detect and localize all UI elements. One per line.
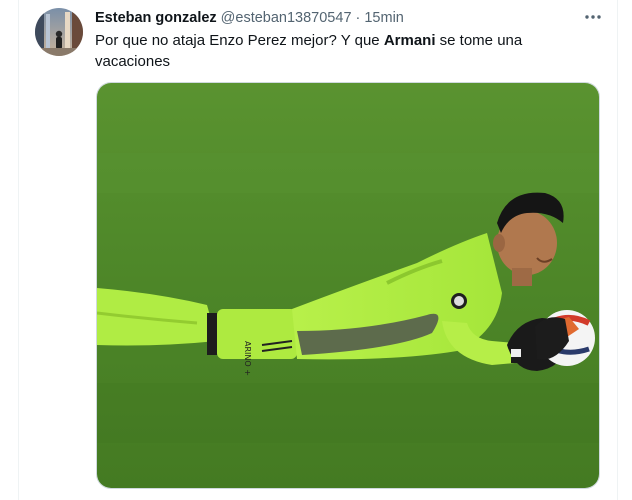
- more-horizontal-icon: [585, 15, 601, 19]
- tweet-text-bold: Armani: [383, 32, 436, 49]
- author-name[interactable]: Esteban gonzalez: [95, 10, 217, 26]
- tweet-media-image[interactable]: ARINO +: [96, 82, 600, 489]
- timestamp[interactable]: 15min: [364, 10, 404, 26]
- tweet[interactable]: Esteban gonzalez @esteban13870547 · 15mi…: [19, 0, 617, 500]
- separator-dot: ·: [355, 10, 361, 26]
- more-options-button[interactable]: [581, 7, 605, 27]
- avatar[interactable]: [35, 8, 83, 56]
- tweet-text: Por que no ataja Enzo Perez mejor? Y que…: [95, 30, 585, 72]
- timeline-border-right: [617, 0, 618, 500]
- tweet-text-part1: Por que no ataja Enzo Perez mejor? Y que: [95, 32, 384, 49]
- tweet-header: Esteban gonzalez @esteban13870547 · 15mi…: [95, 9, 404, 27]
- svg-text:ARINO +: ARINO +: [243, 341, 252, 376]
- author-handle[interactable]: @esteban13870547: [221, 10, 352, 26]
